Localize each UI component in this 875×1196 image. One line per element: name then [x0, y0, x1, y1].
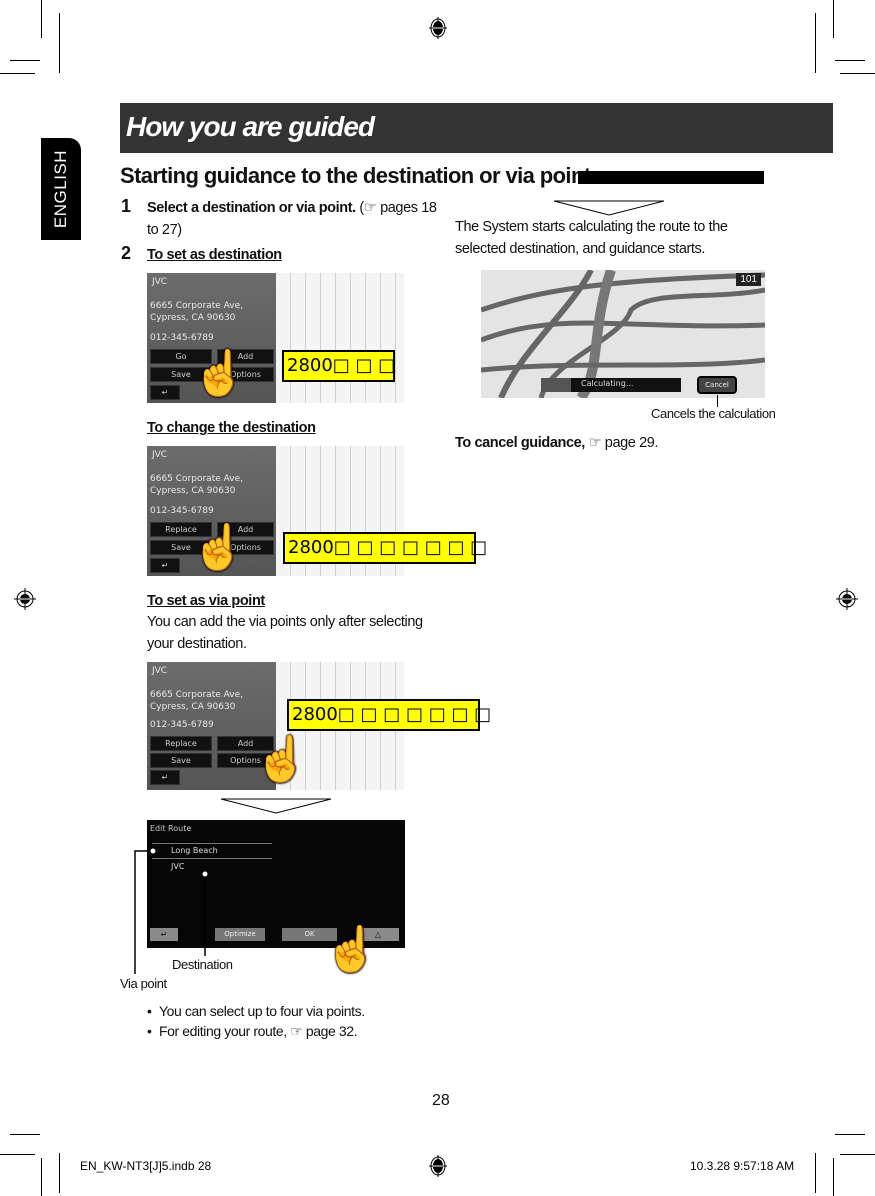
- page-number: 28: [432, 1092, 450, 1109]
- cancel-guidance-text: To cancel guidance, ☞ page 29.: [455, 432, 658, 454]
- screen-phone: 012-345-6789: [150, 333, 214, 343]
- language-label: ENGLISH: [51, 149, 70, 229]
- destination-callout: Destination: [172, 957, 233, 972]
- crop-mark: [815, 1153, 816, 1193]
- registration-mark-icon: [836, 588, 858, 610]
- placeholder-label: 2800□ □ □ □ □ □ □: [287, 699, 491, 731]
- pointing-hand-icon: ☝: [191, 523, 246, 572]
- bullet-text: You can select up to four via points.: [159, 1003, 365, 1019]
- screen-name: JVC: [152, 277, 168, 287]
- save-button[interactable]: Save: [150, 753, 212, 768]
- screen-name: JVC: [152, 666, 168, 676]
- crop-mark: [10, 60, 40, 61]
- bullet-text: For editing your route, ☞ page 32.: [159, 1023, 358, 1039]
- calculating-status: Calculating...: [581, 379, 634, 388]
- step-1-text: Select a destination or via point. (☞ pa…: [147, 197, 437, 241]
- calculating-description: The System starts calculating the route …: [455, 219, 728, 257]
- down-arrow-icon: [220, 798, 332, 814]
- replace-button[interactable]: Replace: [150, 736, 212, 751]
- step-1-instruction: Select a destination or via point.: [147, 200, 356, 216]
- crop-mark: [815, 13, 816, 73]
- section-title: Starting guidance to the destination or …: [120, 163, 591, 188]
- placeholder-label: 2800□ □ □: [282, 350, 395, 382]
- back-button[interactable]: ↵: [150, 558, 180, 573]
- crop-mark: [835, 60, 865, 61]
- crop-mark: [833, 1158, 834, 1196]
- step-number: 2: [121, 243, 132, 263]
- page-title-bar: How you are guided: [120, 103, 833, 153]
- back-button[interactable]: ↵: [150, 770, 180, 785]
- crop-mark: [41, 1158, 42, 1196]
- change-destination-heading: To change the destination: [147, 420, 316, 436]
- slug-timestamp: 10.3.28 9:57:18 AM: [690, 1159, 795, 1173]
- calculating-screen-image: Calculating... 101 Cancel: [481, 270, 765, 398]
- back-button[interactable]: ↵: [150, 385, 180, 400]
- registration-mark-icon: [429, 1155, 447, 1177]
- crop-mark: [0, 73, 35, 74]
- crop-mark: [840, 1154, 875, 1155]
- screen-address-2: Cypress, CA 90630: [150, 486, 236, 496]
- crop-mark: [41, 0, 42, 38]
- via-point-note: You can add the via points only after se…: [147, 614, 423, 652]
- edit-route-title: Edit Route: [150, 824, 192, 833]
- placeholder-label: 2800□ □ □ □ □ □ □: [283, 532, 487, 564]
- bullet-item: • For editing your route, ☞ page 32.: [147, 1023, 358, 1039]
- crop-mark: [833, 0, 834, 38]
- crop-mark: [835, 1134, 865, 1135]
- pointing-hand-icon: ☝: [324, 925, 379, 974]
- crop-mark: [840, 73, 875, 74]
- slug-file: EN_KW-NT3[J]5.indb 28: [80, 1159, 212, 1173]
- crop-mark: [10, 1134, 40, 1135]
- set-destination-heading: To set as destination: [147, 247, 282, 263]
- down-arrow-icon: [553, 200, 665, 216]
- crop-mark: [59, 13, 60, 73]
- bullet-item: • You can select up to four via points.: [147, 1003, 365, 1019]
- route-badge: 101: [736, 273, 761, 286]
- cancel-guidance-label: To cancel guidance,: [455, 435, 585, 451]
- screen-address-1: 6665 Corporate Ave,: [150, 474, 243, 484]
- pointing-hand-icon: ☝: [254, 735, 309, 784]
- crop-mark: [0, 1154, 35, 1155]
- registration-mark-icon: [429, 17, 447, 39]
- registration-mark-icon: [14, 588, 36, 610]
- destination-screen-image: JVC 6665 Corporate Ave, Cypress, CA 9063…: [147, 273, 404, 403]
- page-title: How you are guided: [126, 111, 375, 142]
- screen-address-1: 6665 Corporate Ave,: [150, 301, 243, 311]
- pointing-hand-icon: ☝: [192, 349, 247, 398]
- via-point-callout: Via point: [120, 976, 167, 991]
- set-via-point-heading: To set as via point: [147, 593, 265, 609]
- screen-address-2: Cypress, CA 90630: [150, 313, 236, 323]
- calc-cancel-button[interactable]: Cancel: [697, 376, 737, 394]
- cancel-guidance-ref: ☞ page 29.: [588, 435, 659, 451]
- cancel-calculation-callout: Cancels the calculation: [651, 406, 776, 421]
- screen-address-1: 6665 Corporate Ave,: [150, 690, 243, 700]
- screen-phone: 012-345-6789: [150, 720, 214, 730]
- section-title-rule: [578, 171, 764, 184]
- screen-name: JVC: [152, 450, 168, 460]
- crop-mark: [59, 1153, 60, 1193]
- screen-address-2: Cypress, CA 90630: [150, 702, 236, 712]
- language-tab: ENGLISH: [41, 138, 81, 240]
- screen-phone: 012-345-6789: [150, 506, 214, 516]
- step-number: 1: [121, 196, 132, 216]
